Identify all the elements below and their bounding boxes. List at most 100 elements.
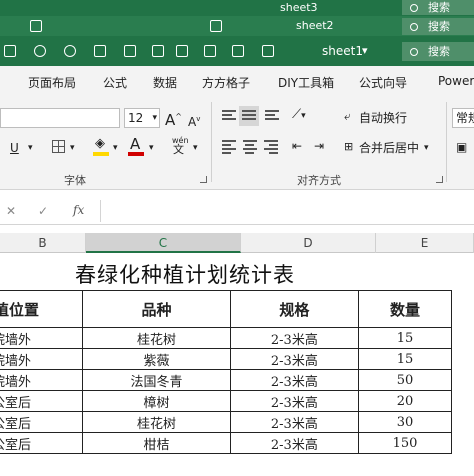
table-cell[interactable]: 50 [358, 369, 452, 391]
table-cell[interactable]: 2-3米高 [229, 390, 360, 412]
table-cell[interactable]: 东院墙外 [0, 348, 84, 370]
alignment-dialog-launcher[interactable] [436, 176, 443, 183]
search-box[interactable]: 搜索 [402, 42, 474, 61]
table-cell[interactable]: 樟树 [82, 390, 231, 412]
tab-page-layout[interactable]: 页面布局 [28, 74, 76, 91]
chevron-down-icon[interactable]: ▾ [28, 140, 33, 156]
font-color-button[interactable]: A [130, 136, 140, 152]
new-file-icon[interactable] [94, 45, 106, 57]
increase-indent-icon[interactable]: ⇥ [314, 138, 324, 154]
header-cell[interactable]: 规格 [229, 290, 360, 328]
formula-input[interactable] [100, 200, 474, 222]
table-cell[interactable]: 柑桔 [82, 432, 231, 454]
tab-diy-toolbox[interactable]: DIY工具箱 [278, 74, 334, 91]
table-cell[interactable]: 办公室后 [0, 390, 84, 412]
currency-icon[interactable]: ▣ [456, 139, 467, 155]
chevron-down-icon[interactable]: ▾ [424, 140, 429, 156]
tab-fangfang[interactable]: 方方格子 [202, 74, 250, 91]
quick-access-icon[interactable] [262, 45, 274, 57]
open-file-icon[interactable] [124, 45, 136, 57]
quick-access-icon[interactable] [232, 45, 244, 57]
align-right-icon[interactable] [264, 140, 278, 154]
align-left-icon[interactable] [222, 140, 236, 154]
column-header-d[interactable]: D [241, 233, 376, 253]
table-cell[interactable]: 法国冬青 [82, 369, 231, 391]
column-header-c[interactable]: C [86, 233, 241, 253]
save-icon[interactable] [4, 45, 16, 57]
table-cell[interactable]: 2-3米高 [229, 369, 360, 391]
orientation-icon[interactable]: ⟋▾ [292, 107, 306, 124]
font-dialog-launcher[interactable] [200, 176, 207, 183]
header-cell[interactable]: 品种 [82, 290, 231, 328]
quick-access-icon[interactable] [152, 45, 164, 57]
chevron-down-icon[interactable]: ▾ [113, 140, 118, 156]
quick-access-icon[interactable] [204, 45, 216, 57]
quick-access-icon[interactable] [30, 20, 42, 32]
tab-power[interactable]: Power [438, 74, 474, 88]
wrap-text-icon[interactable]: ⤶ [344, 108, 351, 124]
font-size-dropdown[interactable]: 12 ▾ [124, 108, 160, 128]
table-cell[interactable]: 桂花树 [82, 327, 231, 349]
tab-formula-wizard[interactable]: 公式向导 [359, 74, 407, 91]
table-cell[interactable]: 办公室后 [0, 411, 84, 433]
window-title[interactable]: sheet3 [280, 1, 318, 14]
confirm-icon[interactable]: ✓ [38, 203, 48, 219]
wrap-text-button[interactable]: 自动换行 [359, 110, 407, 126]
formula-bar: ✕ ✓ fx [0, 197, 474, 225]
redo-icon[interactable] [64, 45, 76, 57]
chevron-down-icon[interactable]: ▾ [193, 140, 198, 156]
align-middle-icon[interactable] [239, 106, 259, 126]
shrink-font-button[interactable]: Av [188, 111, 200, 130]
table-row: 东院墙外 桂花树 2-3米高 15 [0, 327, 452, 349]
table-cell[interactable]: 西院墙外 [0, 369, 84, 391]
chevron-down-icon[interactable]: ▾ [149, 140, 154, 156]
tab-formulas[interactable]: 公式 [103, 74, 127, 91]
table-cell[interactable]: 15 [358, 348, 452, 370]
table-cell[interactable]: 15 [358, 327, 452, 349]
search-box[interactable]: 搜索 [402, 18, 474, 35]
column-header-e[interactable]: E [376, 233, 474, 253]
merge-center-icon[interactable]: ⊞ [344, 139, 353, 155]
window-title[interactable]: sheet2 [296, 19, 334, 32]
cancel-icon[interactable]: ✕ [6, 203, 16, 219]
font-group-label: 字体 [64, 174, 86, 187]
table-row: 东院墙外 紫薇 2-3米高 15 [0, 348, 452, 370]
font-name-dropdown[interactable] [0, 108, 120, 128]
align-center-icon[interactable] [243, 140, 257, 154]
table-cell[interactable]: 2-3米高 [229, 432, 360, 454]
table-cell[interactable]: 30 [358, 411, 452, 433]
table-cell[interactable]: 办公室后 [0, 432, 84, 454]
header-cell[interactable]: 数量 [358, 290, 452, 328]
borders-icon[interactable] [52, 140, 65, 153]
chevron-down-icon[interactable]: ▾ [362, 44, 368, 57]
align-bottom-icon[interactable] [265, 110, 279, 122]
table-cell[interactable]: 2-3米高 [229, 411, 360, 433]
align-top-icon[interactable] [222, 110, 236, 122]
chevron-down-icon[interactable]: ▾ [70, 140, 75, 156]
number-format-dropdown[interactable]: 常规 [452, 108, 474, 128]
quick-access-icon[interactable] [176, 45, 188, 57]
table-cell[interactable]: 紫薇 [82, 348, 231, 370]
sheet-title[interactable]: 春绿化种植计划统计表 [75, 259, 295, 289]
quick-access-icon[interactable] [210, 20, 222, 32]
header-cell[interactable]: 种植位置 [0, 290, 84, 328]
table-cell[interactable]: 150 [358, 432, 452, 454]
undo-icon[interactable] [34, 45, 46, 57]
table-cell[interactable]: 2-3米高 [229, 348, 360, 370]
column-header-b[interactable]: B [0, 233, 86, 253]
worksheet[interactable]: 春绿化种植计划统计表 种植位置 品种 规格 数量 东院墙外 桂花树 2-3米高 … [0, 253, 474, 476]
table-cell[interactable]: 2-3米高 [229, 327, 360, 349]
grow-font-button[interactable]: A^ [165, 109, 182, 128]
table-cell[interactable]: 20 [358, 390, 452, 412]
phonetic-guide-button[interactable]: 文 [173, 142, 184, 158]
underline-button[interactable]: U [10, 140, 19, 156]
merge-center-button[interactable]: 合并后居中 [359, 140, 419, 156]
window-title[interactable]: sheet1 [322, 44, 363, 58]
fill-color-icon[interactable]: ◈ [95, 136, 105, 152]
decrease-indent-icon[interactable]: ⇤ [292, 138, 302, 154]
tab-data[interactable]: 数据 [153, 74, 177, 91]
table-cell[interactable]: 桂花树 [82, 411, 231, 433]
search-box[interactable]: 搜索 [402, 0, 474, 15]
table-cell[interactable]: 东院墙外 [0, 327, 84, 349]
insert-function-icon[interactable]: fx [73, 202, 84, 218]
